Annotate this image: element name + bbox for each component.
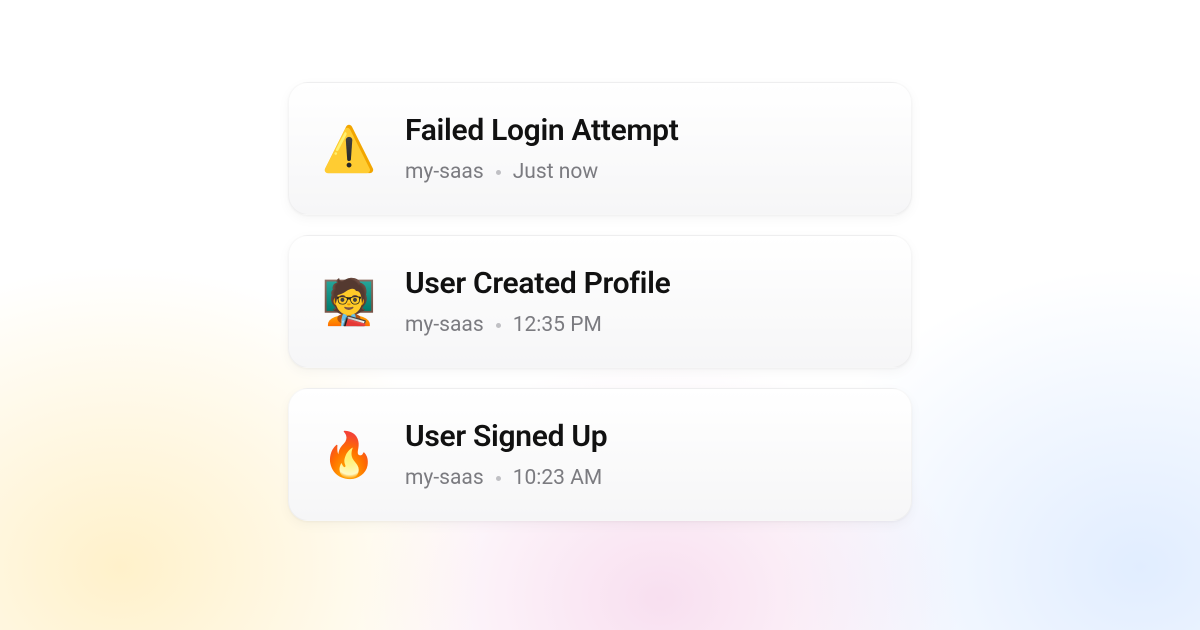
event-card[interactable]: ⚠️ Failed Login Attempt my-saas Just now [288, 82, 912, 215]
event-content: User Signed Up my-saas 10:23 AM [405, 419, 607, 490]
event-time: Just now [513, 160, 598, 184]
fire-icon: 🔥 [323, 429, 375, 481]
event-meta: my-saas Just now [405, 160, 679, 184]
event-meta: my-saas 10:23 AM [405, 466, 607, 490]
event-card[interactable]: 🧑‍🏫 User Created Profile my-saas 12:35 P… [288, 235, 912, 368]
event-title: Failed Login Attempt [405, 113, 679, 148]
event-meta: my-saas 12:35 PM [405, 313, 670, 337]
event-content: User Created Profile my-saas 12:35 PM [405, 266, 670, 337]
event-source: my-saas [405, 466, 484, 490]
event-time: 10:23 AM [513, 466, 603, 490]
teacher-icon: 🧑‍🏫 [323, 276, 375, 328]
separator-dot [496, 170, 501, 175]
warning-icon: ⚠️ [323, 123, 375, 175]
separator-dot [496, 323, 501, 328]
event-feed: ⚠️ Failed Login Attempt my-saas Just now… [288, 82, 912, 521]
event-title: User Signed Up [405, 419, 607, 454]
separator-dot [496, 476, 501, 481]
event-title: User Created Profile [405, 266, 670, 301]
event-card[interactable]: 🔥 User Signed Up my-saas 10:23 AM [288, 388, 912, 521]
event-content: Failed Login Attempt my-saas Just now [405, 113, 679, 184]
event-source: my-saas [405, 313, 484, 337]
event-time: 12:35 PM [513, 313, 602, 337]
event-source: my-saas [405, 160, 484, 184]
